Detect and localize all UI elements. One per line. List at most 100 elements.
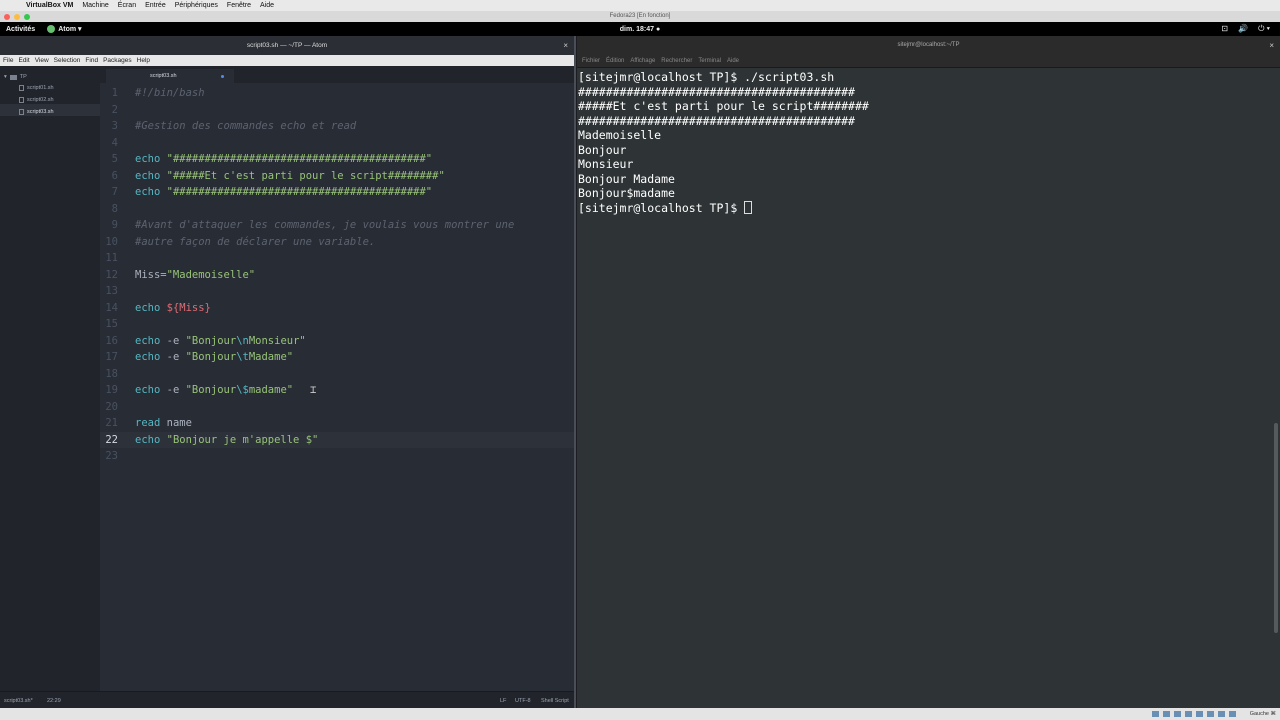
tree-file-script01[interactable]: script01.sh	[0, 80, 100, 92]
close-icon[interactable]: ×	[1269, 36, 1274, 55]
status-line-ending[interactable]: LF	[500, 698, 506, 704]
menu-rechercher[interactable]: Rechercher	[661, 58, 692, 64]
code-line: 15	[100, 316, 574, 332]
line-number: 12	[105, 268, 118, 281]
code-line: 8	[100, 201, 574, 217]
usb-icon[interactable]	[1196, 711, 1203, 717]
audio-icon[interactable]	[1174, 711, 1181, 717]
tab-label: script03.sh	[150, 73, 177, 79]
status-encoding[interactable]: UTF-8	[515, 698, 531, 704]
menu-aide-terminal[interactable]: Aide	[727, 58, 739, 64]
menu-affichage[interactable]: Affichage	[630, 58, 655, 64]
code-string: "Mademoiselle"	[166, 268, 256, 281]
code-keyword: echo	[135, 301, 161, 314]
network-icon[interactable]	[1185, 711, 1192, 717]
app-menu-label: Atom ▾	[58, 26, 82, 33]
menu-find[interactable]: Find	[85, 57, 98, 64]
status-cursor-position[interactable]: 22:29	[47, 698, 61, 704]
menu-fichier[interactable]: Fichier	[582, 58, 600, 64]
menu-aide[interactable]: Aide	[260, 0, 274, 11]
menu-terminal[interactable]: Terminal	[698, 58, 721, 64]
tree-file-script02[interactable]: script02.sh	[0, 92, 100, 104]
clock[interactable]: dim. 18:47 ●	[0, 26, 1280, 33]
tab-script03[interactable]: script03.sh	[106, 69, 234, 83]
close-window-button[interactable]	[4, 14, 10, 20]
menu-fenetre[interactable]: Fenêtre	[227, 0, 251, 11]
code-text: #autre façon de déclarer une variable.	[135, 235, 376, 248]
capture-icon[interactable]	[1229, 711, 1236, 717]
screen-icon[interactable]: ⊡	[1221, 24, 1228, 34]
tree-root-folder[interactable]: ▾ TP	[0, 66, 100, 80]
line-number: 15	[105, 318, 118, 330]
code-string: "Bonjour	[185, 351, 237, 363]
file-icon	[19, 85, 24, 91]
line-number: 11	[105, 252, 118, 264]
tree-view: ▾ TP script01.sh script02.sh script03.sh	[0, 66, 100, 691]
menu-help[interactable]: Help	[137, 57, 150, 64]
file-icon	[19, 97, 24, 103]
line-number: 9	[111, 219, 118, 231]
minimize-window-button[interactable]	[14, 14, 20, 20]
status-file-name[interactable]: script03.sh*	[4, 698, 33, 704]
code-keyword: echo	[135, 186, 161, 198]
code-string: "#######################################…	[166, 153, 433, 165]
menu-edit[interactable]: Edit	[18, 57, 29, 64]
scrollbar-thumb[interactable]	[1274, 423, 1278, 633]
tree-file-script03[interactable]: script03.sh	[0, 104, 100, 116]
code-text: #Gestion des commandes echo et read	[135, 120, 357, 132]
close-icon[interactable]: ×	[563, 36, 568, 55]
line-number: 10	[105, 235, 118, 248]
volume-icon[interactable]: 🔊	[1238, 24, 1248, 34]
menu-file[interactable]: File	[3, 57, 13, 64]
power-icon[interactable]: ⏻ ▾	[1258, 24, 1270, 34]
code-line: 2	[100, 102, 574, 118]
code-string: "Bonjour	[185, 384, 237, 396]
code-editor[interactable]: 1 #!/bin/bash 2 3 #Gestion des commandes e…	[100, 83, 574, 691]
line-number: 5	[111, 153, 118, 165]
menu-packages[interactable]: Packages	[103, 57, 132, 64]
menu-edition[interactable]: Édition	[606, 58, 624, 64]
text-cursor-icon: ⌶	[310, 384, 317, 396]
optical-drive-icon[interactable]	[1163, 711, 1170, 717]
code-line: 6 echo "#####Et c'est parti pour le scrip…	[100, 168, 574, 184]
zoom-window-button[interactable]	[24, 14, 30, 20]
menu-entree[interactable]: Entrée	[145, 0, 166, 11]
code-line: 11	[100, 250, 574, 266]
status-grammar[interactable]: Shell Script	[541, 698, 569, 704]
terminal-title-text: sitejmr@localhost:~/TP	[897, 42, 960, 48]
atom-status-bar: script03.sh* 22:29 LF UTF-8 Shell Script	[0, 691, 574, 708]
line-number: 18	[105, 367, 118, 380]
activities-button[interactable]: Activités	[6, 26, 35, 33]
menu-machine[interactable]: Machine	[82, 0, 108, 11]
shared-folder-icon[interactable]	[1207, 711, 1214, 717]
modified-dot-icon[interactable]	[221, 75, 224, 78]
code-string: "#######################################…	[166, 186, 433, 198]
terminal-window: sitejmr@localhost:~/TP × Fichier Édition…	[577, 36, 1280, 708]
code-string: "Bonjour	[185, 334, 237, 347]
code-line: 3 #Gestion des commandes echo et read	[100, 118, 574, 134]
menu-app-name[interactable]: VirtualBox VM	[26, 0, 73, 11]
vbox-title-text: Fedora23 [En fonction]	[609, 13, 671, 19]
line-number: 20	[105, 400, 118, 413]
app-menu[interactable]: Atom ▾	[47, 25, 82, 33]
menu-peripheriques[interactable]: Périphériques	[175, 0, 218, 11]
terminal-output[interactable]: [sitejmr@localhost TP]$ ./script03.sh ##…	[577, 68, 1271, 708]
menu-selection[interactable]: Selection	[54, 57, 81, 64]
tree-file-label: script02.sh	[27, 97, 54, 103]
code-text: Miss=	[135, 268, 167, 281]
atom-window: script03.sh — ~/TP — Atom × File Edit Vi…	[0, 36, 576, 708]
code-line: 7 echo "#################################…	[100, 184, 574, 200]
vbox-window-title: Fedora23 [En fonction]	[0, 11, 1280, 22]
vbox-device-icons	[1152, 711, 1236, 717]
disk-icon[interactable]	[1152, 711, 1159, 717]
terminal-line: Mademoiselle	[578, 128, 662, 142]
terminal-scrollbar[interactable]	[1272, 68, 1280, 708]
line-number: 14	[105, 301, 118, 314]
menu-view[interactable]: View	[35, 57, 49, 64]
line-number: 17	[105, 351, 118, 363]
system-tray[interactable]: ⊡ 🔊 ⏻ ▾	[1221, 24, 1270, 34]
mac-menubar: VirtualBox VM Machine Écran Entrée Périp…	[0, 0, 1280, 11]
display-icon[interactable]	[1218, 711, 1225, 717]
code-option: -e	[166, 334, 180, 347]
menu-ecran[interactable]: Écran	[118, 0, 136, 11]
